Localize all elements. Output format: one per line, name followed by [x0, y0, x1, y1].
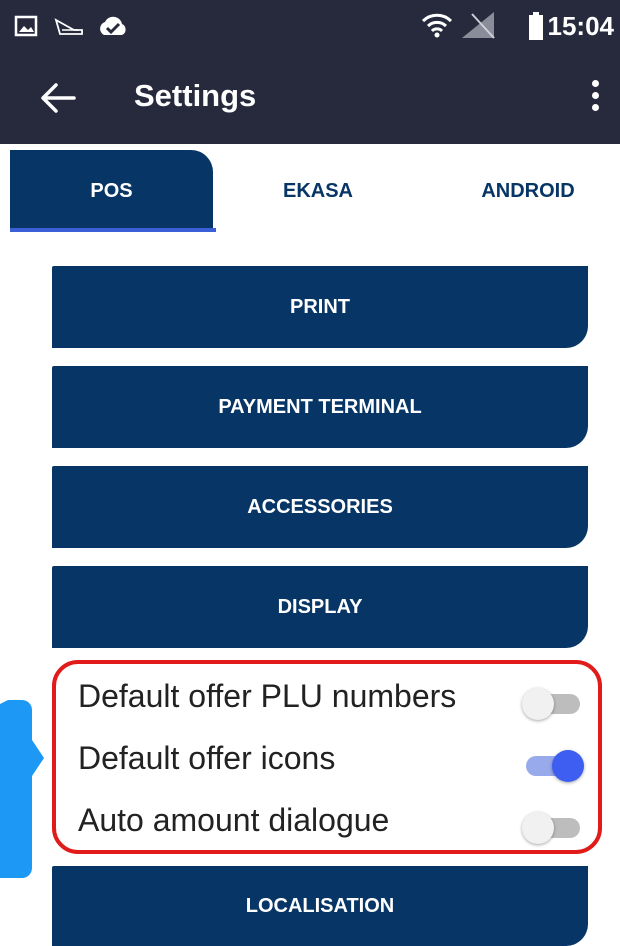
toggle-row-offer-icons: Default offer icons — [78, 732, 588, 788]
switch-thumb — [552, 750, 584, 782]
localisation-button[interactable]: LOCALISATION — [52, 866, 588, 946]
auto-amount-switch[interactable] — [522, 810, 584, 844]
toggle-label: Default offer PLU numbers — [78, 678, 457, 714]
switch-thumb — [522, 812, 554, 844]
status-bar: 15:04 — [0, 0, 620, 52]
satellite-icon — [54, 18, 83, 35]
accessories-button[interactable]: ACCESSORIES — [52, 466, 588, 548]
toggle-label: Default offer icons — [78, 740, 336, 776]
page-title: Settings — [134, 78, 257, 113]
more-vert-icon[interactable] — [588, 80, 602, 120]
toggle-row-plu-numbers: Default offer PLU numbers — [78, 670, 588, 726]
tab-indicator — [10, 228, 216, 232]
print-button[interactable]: PRINT — [52, 266, 588, 348]
no-signal-icon — [462, 12, 495, 39]
image-icon — [14, 15, 38, 37]
plu-numbers-switch[interactable] — [522, 686, 584, 720]
offer-icons-switch[interactable] — [522, 748, 584, 782]
wifi-icon — [421, 13, 453, 38]
app-bar: Settings — [0, 52, 620, 144]
tab-android[interactable]: ANDROID — [460, 150, 596, 230]
tab-bar: POS EKASA ANDROID — [0, 150, 620, 232]
back-arrow-icon[interactable] — [38, 80, 78, 116]
toggle-label: Auto amount dialogue — [78, 802, 390, 838]
payment-terminal-button[interactable]: PAYMENT TERMINAL — [52, 366, 588, 448]
callout-pointer — [0, 700, 44, 878]
switch-thumb — [522, 688, 554, 720]
tab-pos[interactable]: POS — [10, 150, 213, 230]
cloud-check-icon — [100, 16, 126, 35]
tab-ekasa[interactable]: EKASA — [248, 150, 388, 230]
battery-icon — [529, 12, 543, 40]
toggle-row-auto-amount: Auto amount dialogue — [78, 794, 588, 850]
display-button[interactable]: DISPLAY — [52, 566, 588, 648]
clock: 15:04 — [547, 11, 615, 41]
